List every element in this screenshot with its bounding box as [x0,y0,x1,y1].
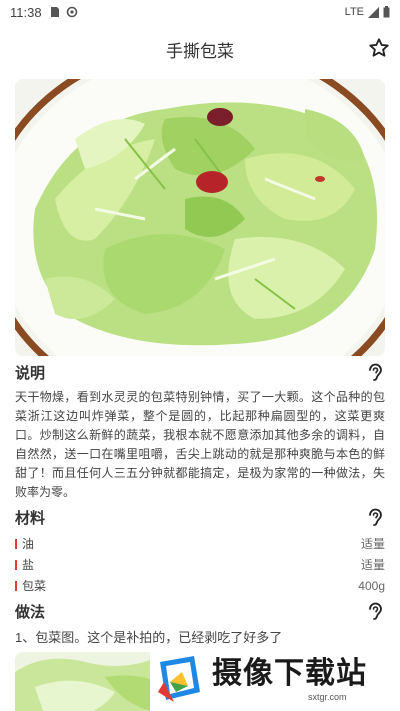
ear-icon[interactable] [365,361,385,383]
method-heading: 做法 [15,603,46,621]
ingredient-row: 盐 适量 [15,554,385,575]
ingredients-heading: 材料 [15,509,46,527]
status-bar: 11:38 LTE [0,0,400,24]
ingredient-row: 油 适量 [15,533,385,554]
ingredient-marker [15,559,17,570]
ingredient-marker [15,580,17,591]
description-heading: 说明 [15,364,46,382]
ingredient-name: 盐 [22,558,35,572]
dish-illustration [15,79,385,356]
step-illustration [15,652,157,711]
star-icon[interactable] [368,37,390,59]
dish-photo [15,79,385,356]
description-header: 说明 [15,360,385,384]
ingredients-header: 材料 [15,505,385,529]
step-photo [15,652,157,711]
battery-icon [383,6,390,18]
sync-icon [66,6,77,18]
method-step: 1、包菜图。这个是补拍的，已经剥吃了好多了 [15,630,283,645]
signal-icon [368,6,379,18]
watermark: 摄像下载站 sxtgr.com [150,646,400,711]
status-right: LTE [345,6,390,18]
page-title: 手撕包菜 [166,41,234,61]
ingredient-name: 油 [22,537,35,551]
ingredient-name: 包菜 [22,579,47,593]
ingredient-amount: 400g [358,578,385,593]
ingredient-amount: 适量 [360,537,385,551]
brand-logo-icon [158,656,200,702]
ingredient-row: 包菜 400g [15,575,385,596]
watermark-brand: 摄像下载站 [212,656,367,691]
ingredient-list: 油 适量 盐 适量 包菜 400g [15,533,385,596]
method-header: 做法 [15,599,385,623]
ingredient-marker [15,538,17,549]
ingredient-amount: 适量 [360,558,385,572]
network-label: LTE [344,6,364,18]
app-bar: 手撕包菜 [0,26,400,72]
description-text: 天干物燥，看到水灵灵的包菜特别钟情，买了一大颗。这个品种的包菜浙江这边叫炸弹菜，… [15,390,385,499]
ear-icon[interactable] [365,600,385,622]
status-time: 11:38 [10,4,42,20]
watermark-domain: sxtgr.com [308,692,347,702]
sim-card-icon [50,7,59,17]
ear-icon[interactable] [365,506,385,528]
